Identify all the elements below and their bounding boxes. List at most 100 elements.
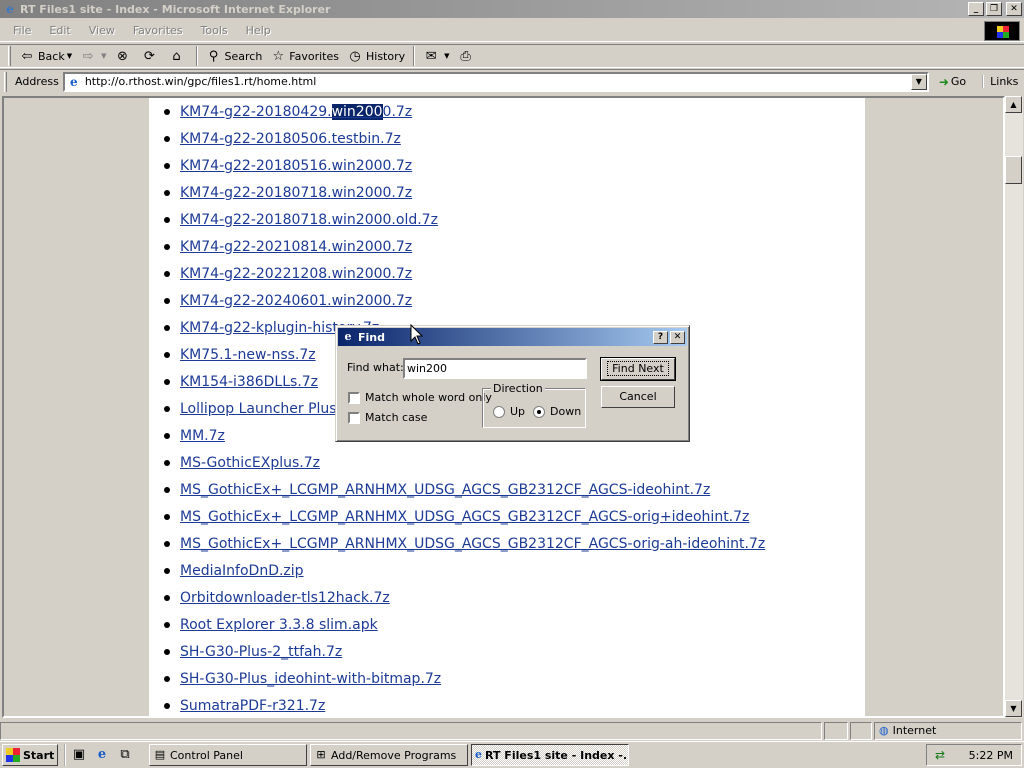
go-button[interactable]: ➜ Go [939, 75, 966, 89]
vertical-scrollbar[interactable]: ▲ ▼ [1005, 96, 1023, 718]
file-link[interactable]: SH-G30-Plus_ideohint-with-bitmap.7z [180, 671, 441, 687]
file-link-text: MS_GothicEx+_LCGMP_ARNHMX_UDSG_AGCS_GB23… [180, 535, 766, 552]
history-icon: ◷ [349, 48, 361, 64]
match-case-checkbox[interactable]: Match case [348, 411, 427, 424]
file-link[interactable]: KM74-g22-20180718.win2000.old.7z [180, 212, 438, 228]
dialog-close-button[interactable]: ✕ [670, 330, 685, 344]
file-list-item: SumatraPDF-r321.7z [164, 692, 765, 716]
search-button[interactable]: ⚲ Search [202, 45, 267, 67]
title-bar: e RT Files1 site - Index - Microsoft Int… [0, 0, 1024, 18]
menu-view[interactable]: View [80, 24, 124, 37]
bullet-icon [164, 486, 170, 493]
bullet-icon [164, 297, 170, 304]
file-link[interactable]: SH-G30-Plus-2_ttfah.7z [180, 644, 342, 660]
task-internet-explorer[interactable]: e RT Files1 site - Index -... [471, 744, 629, 766]
file-link[interactable]: MS_GothicEx+_LCGMP_ARNHMX_UDSG_AGCS_GB23… [180, 509, 749, 525]
links-button[interactable]: Links [982, 75, 1018, 88]
bullet-icon [164, 675, 170, 682]
network-icon[interactable]: ⧉ [116, 746, 134, 764]
find-next-button[interactable]: Find Next [600, 357, 676, 381]
match-whole-word-checkbox[interactable]: Match whole word only [348, 391, 492, 404]
home-button[interactable]: ⌂ [165, 45, 192, 67]
task-label: RT Files1 site - Index -... [485, 748, 629, 762]
menu-edit[interactable]: Edit [40, 24, 79, 37]
forward-dropdown-icon[interactable]: ▼ [101, 52, 106, 60]
radio-circle[interactable] [533, 405, 545, 418]
favorites-button[interactable]: ☆ Favorites [266, 45, 343, 67]
match-case-label: Match case [365, 411, 428, 424]
menu-favorites[interactable]: Favorites [124, 24, 192, 37]
file-link[interactable]: KM74-g22-20180718.win2000.7z [180, 185, 412, 201]
clock[interactable]: 5:22 PM [969, 749, 1013, 762]
file-link[interactable]: Root Explorer 3.3.8 slim.apk [180, 617, 378, 633]
toolbar-grip[interactable] [8, 46, 11, 66]
direction-up-radio[interactable]: Up [493, 405, 525, 418]
stop-button[interactable]: ⊗ [111, 45, 138, 67]
file-link-text: 0.7z [382, 103, 413, 120]
file-link[interactable]: SumatraPDF-r321.7z [180, 698, 325, 714]
menu-help[interactable]: Help [237, 24, 280, 37]
back-dropdown-icon[interactable]: ▼ [67, 52, 72, 60]
status-zone: Internet [892, 724, 937, 737]
task-control-panel[interactable]: ▤ Control Panel [149, 744, 307, 766]
start-button[interactable]: Start [2, 744, 58, 766]
find-what-input[interactable] [403, 358, 587, 379]
show-desktop-icon[interactable]: ▣ [70, 746, 88, 764]
address-input[interactable]: e http://o.rthost.win/gpc/files1.rt/home… [62, 71, 929, 92]
standard-toolbar: ⇦ Back ▼ ⇨ ▼ ⊗ ⟳ ⌂ ⚲ Search ☆ Favorites … [0, 44, 1024, 68]
scroll-up-button[interactable]: ▲ [1005, 96, 1022, 113]
network-tray-icon[interactable]: ⇄ [935, 748, 945, 762]
close-button[interactable]: ✕ [1006, 2, 1022, 16]
scroll-thumb[interactable] [1005, 156, 1022, 184]
file-list-item: MS_GothicEx+_LCGMP_ARNHMX_UDSG_AGCS_GB23… [164, 503, 765, 530]
mail-dropdown-icon[interactable]: ▼ [444, 52, 449, 60]
file-link[interactable]: KM75.1-new-nss.7z [180, 347, 316, 363]
refresh-icon: ⟳ [144, 48, 155, 64]
bullet-icon [164, 405, 170, 412]
file-link[interactable]: KM74-g22-20240601.win2000.7z [180, 293, 412, 309]
restore-button[interactable]: ❐ [986, 2, 1002, 16]
task-add-remove-programs[interactable]: ⊞ Add/Remove Programs [310, 744, 468, 766]
bullet-icon [164, 513, 170, 520]
cancel-button[interactable]: Cancel [601, 386, 675, 408]
radio-circle[interactable] [493, 405, 505, 418]
mail-button[interactable]: ✉ ▼ [419, 45, 453, 67]
minimize-button[interactable]: _ [968, 2, 984, 16]
ie-launch-icon[interactable]: e [93, 746, 111, 764]
file-link[interactable]: Orbitdownloader-tls12hack.7z [180, 590, 390, 606]
help-button[interactable]: ? [653, 330, 668, 344]
file-link-text: MS-GothicEXplus.7z [180, 454, 320, 471]
back-button[interactable]: ⇦ Back ▼ [15, 45, 76, 67]
file-list-item: MediaInfoDnD.zip [164, 557, 765, 584]
refresh-button[interactable]: ⟳ [138, 45, 165, 67]
forward-button[interactable]: ⇨ ▼ [76, 45, 110, 67]
menu-file[interactable]: File [4, 24, 40, 37]
home-icon: ⌂ [172, 48, 181, 64]
file-link[interactable]: KM74-g22-20180506.testbin.7z [180, 131, 401, 147]
forward-arrow-icon: ⇨ [82, 48, 94, 64]
file-link[interactable]: MM.7z [180, 428, 225, 444]
address-url[interactable]: http://o.rthost.win/gpc/files1.rt/home.h… [85, 75, 911, 88]
file-link[interactable]: Lollipop Launcher Plus [180, 401, 337, 417]
file-list-item: KM74-g22-20210814.win2000.7z [164, 233, 765, 260]
file-link[interactable]: MS_GothicEx+_LCGMP_ARNHMX_UDSG_AGCS_GB23… [180, 536, 765, 552]
start-label: Start [23, 748, 55, 762]
file-link[interactable]: KM74-g22-20180516.win2000.7z [180, 158, 412, 174]
file-link[interactable]: MS-GothicEXplus.7z [180, 455, 320, 471]
find-dialog-title-bar[interactable]: e Find ? ✕ [338, 328, 687, 346]
file-link[interactable]: KM74-g22-20210814.win2000.7z [180, 239, 412, 255]
print-button[interactable]: ⎙ [454, 45, 481, 67]
scroll-down-button[interactable]: ▼ [1005, 700, 1022, 717]
checkbox-box[interactable] [348, 411, 360, 424]
direction-down-radio[interactable]: Down [533, 405, 581, 418]
file-link[interactable]: MS_GothicEx+_LCGMP_ARNHMX_UDSG_AGCS_GB23… [180, 482, 710, 498]
file-link[interactable]: KM74-g22-20180429.win2000.7z [180, 103, 413, 120]
menu-tools[interactable]: Tools [192, 24, 237, 37]
file-link[interactable]: KM74-g22-20221208.win2000.7z [180, 266, 412, 282]
file-link[interactable]: KM154-i386DLLs.7z [180, 374, 318, 390]
address-dropdown-button[interactable]: ▼ [910, 73, 927, 90]
checkbox-box[interactable] [348, 391, 360, 404]
address-grip[interactable] [4, 71, 7, 92]
history-button[interactable]: ◷ History [343, 45, 409, 67]
file-link[interactable]: MediaInfoDnD.zip [180, 563, 304, 579]
